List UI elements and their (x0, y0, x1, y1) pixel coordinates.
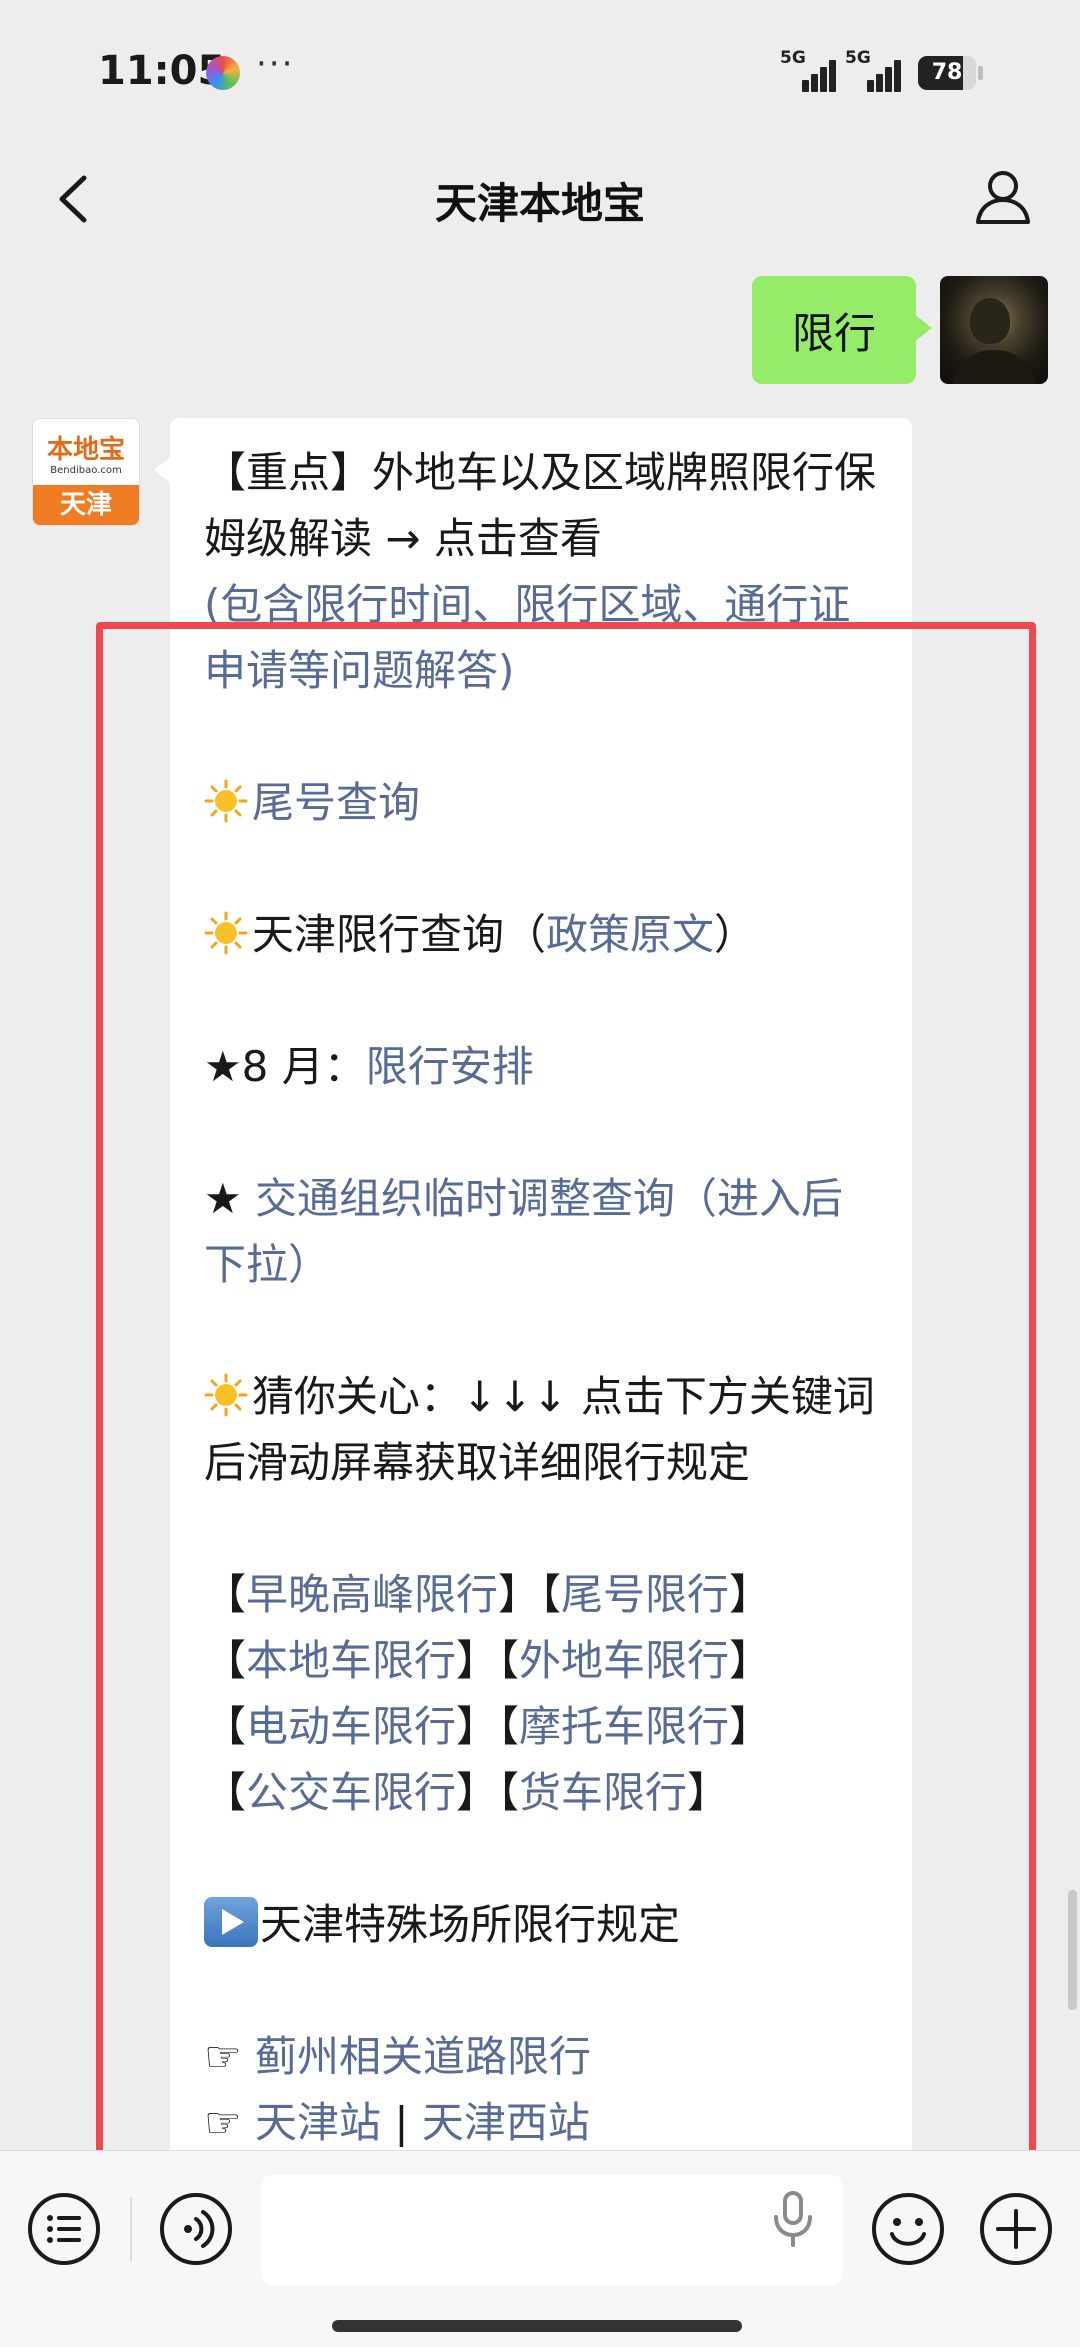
tail-number-query-link[interactable]: 尾号查询 (252, 778, 420, 827)
battery-icon: 78 (918, 56, 976, 90)
smiley-icon[interactable] (870, 2191, 946, 2267)
person-icon[interactable] (968, 162, 1038, 232)
policy-query-suffix: ） (714, 910, 757, 959)
keyword-link[interactable]: 公交车限行 (246, 1768, 456, 1817)
special-places-heading: 天津特殊场所限行规定 (204, 1892, 878, 1958)
pointing-hand-icon: ☞ (204, 2098, 242, 2147)
bot-avatar-site: Bendibao.com (50, 465, 122, 476)
keyword-row: 【早晚高峰限行】【尾号限行】 (204, 1570, 772, 1619)
bot-avatar[interactable]: 本地宝 Bendibao.com 天津 (32, 418, 140, 526)
keyword-link[interactable]: 外地车限行 (519, 1636, 729, 1685)
key-point-note-link[interactable]: (包含限行时间、限行区域、通行证申请等问题解答) (204, 572, 878, 704)
plus-circle-icon[interactable] (978, 2191, 1054, 2267)
input-bar-divider (130, 2197, 132, 2261)
play-button-icon (204, 1897, 258, 1947)
home-indicator[interactable] (332, 2320, 742, 2332)
sun-icon (204, 1370, 248, 1417)
sun-icon (204, 908, 248, 955)
bot-avatar-city: 天津 (33, 485, 139, 525)
keyword-link[interactable]: 尾号限行 (561, 1570, 729, 1619)
signal-icon-1: 5G (780, 48, 840, 92)
key-point-link[interactable]: 【重点】外地车以及区域牌照限行保姆级解读 → 点击查看 (204, 440, 878, 572)
special-places-title: 天津特殊场所限行规定 (260, 1900, 681, 1949)
policy-query-item: 天津限行查询（政策原文） (204, 902, 878, 968)
jizhou-roads-link[interactable]: 蓟州相关道路限行 (255, 2032, 591, 2081)
keyword-row: 【电动车限行】【摩托车限行】 (204, 1702, 772, 1751)
keyword-link[interactable]: 本地车限行 (246, 1636, 456, 1685)
scrollbar[interactable] (1068, 1890, 1077, 2010)
outgoing-message-bubble[interactable]: 限行 (752, 276, 933, 384)
input-bar (0, 2150, 1080, 2347)
traffic-adjustment-link[interactable]: 交通组织临时调整查询（进入后下拉） (204, 1174, 843, 1289)
bot-avatar-brand: 本地宝 (46, 435, 125, 465)
keyword-link[interactable]: 摩托车限行 (519, 1702, 729, 1751)
policy-query-label: 天津限行查询（ (252, 910, 547, 959)
outgoing-message-text: 限行 (792, 308, 877, 358)
guess-you-care-item: 猜你关心：↓↓↓ 点击下方关键词后滑动屏幕获取详细限行规定 (204, 1364, 878, 1496)
keyword-row: 【本地车限行】【外地车限行】 (204, 1636, 772, 1685)
keyword-link[interactable]: 电动车限行 (246, 1702, 456, 1751)
chat-title: 天津本地宝 (434, 179, 645, 228)
star-bullet: ★ (204, 1174, 256, 1223)
restriction-schedule-link[interactable]: 限行安排 (366, 1042, 534, 1091)
sun-icon (204, 776, 248, 823)
tianjin-station-link[interactable]: 天津站 (255, 2098, 381, 2147)
guess-you-care-text: 猜你关心：↓↓↓ 点击下方关键词后滑动屏幕获取详细限行规定 (204, 1372, 875, 1487)
keyword-link[interactable]: 货车限行 (519, 1768, 687, 1817)
tianjin-west-station-link[interactable]: 天津西站 (422, 2098, 590, 2147)
august-label: ★8 月： (204, 1042, 366, 1091)
voice-wave-icon[interactable] (158, 2191, 234, 2267)
august-schedule-item: ★8 月：限行安排 (204, 1034, 878, 1100)
more-notifications-icon: ··· (256, 44, 295, 84)
keyword-link[interactable]: 早晚高峰限行 (246, 1570, 498, 1619)
incoming-message-bubble: 【重点】外地车以及区域牌照限行保姆级解读 → 点击查看 (包含限行时间、限行区域… (154, 418, 912, 2150)
signal-icon-2: 5G (845, 48, 905, 92)
battery-cap (978, 66, 983, 80)
special-place-item: ☞ 天津站 | 天津西站 (204, 2090, 878, 2150)
battery-level: 78 (931, 60, 963, 85)
navigation-bar: 天津本地宝 (0, 140, 1080, 258)
link-separator: | (394, 2098, 409, 2147)
policy-original-link[interactable]: 政策原文 (546, 910, 714, 959)
chat-area[interactable]: 限行 本地宝 Bendibao.com 天津 【重点】外地车以及区域牌照限行保姆… (0, 258, 1080, 2150)
message-input[interactable] (262, 2175, 842, 2285)
tail-number-query-item: 尾号查询 (204, 770, 878, 836)
microphone-icon[interactable] (768, 2189, 818, 2249)
status-bar: 11:05 ··· 5G 5G 78 (0, 0, 1080, 140)
list-menu-icon[interactable] (26, 2191, 102, 2267)
special-place-item: ☞ 蓟州相关道路限行 (204, 2024, 878, 2090)
user-avatar[interactable] (940, 276, 1048, 384)
app-notification-icon (206, 56, 240, 90)
keyword-row: 【公交车限行】【货车限行】 (204, 1768, 730, 1817)
pointing-hand-icon: ☞ (204, 2032, 242, 2081)
traffic-adjustment-item: ★ 交通组织临时调整查询（进入后下拉） (204, 1166, 878, 1298)
